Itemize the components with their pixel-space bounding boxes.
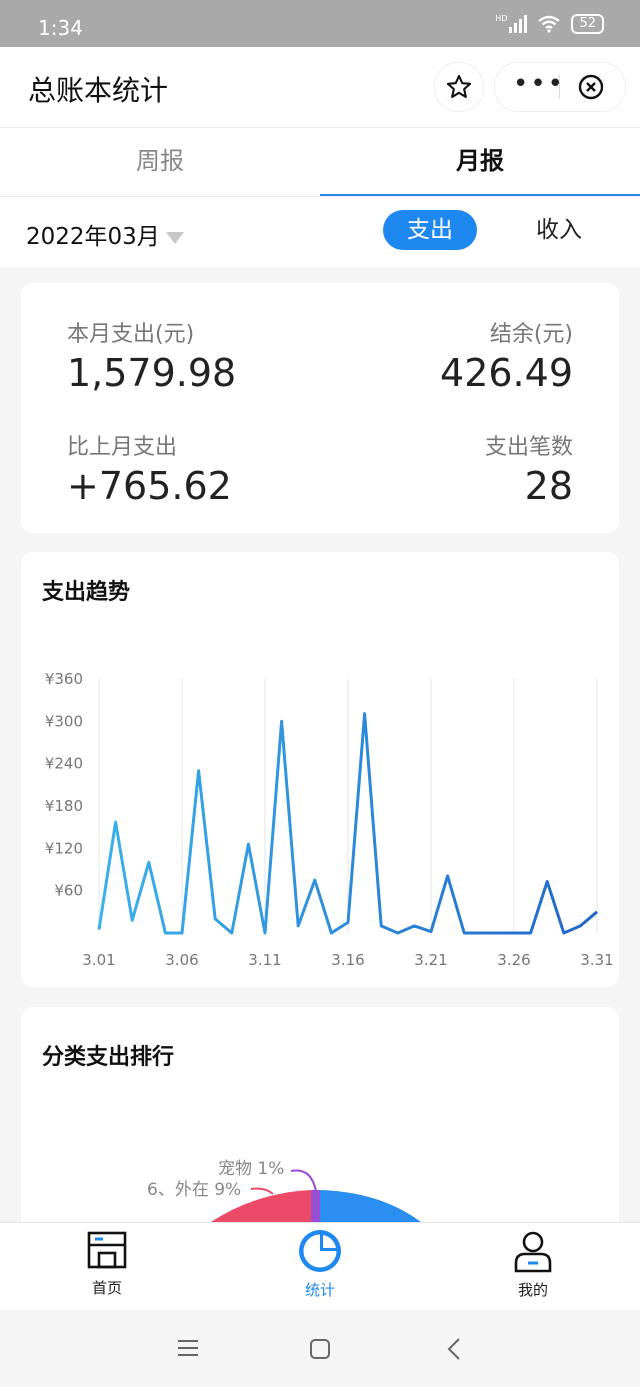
wifi-icon <box>538 15 561 33</box>
month-picker[interactable]: 2022年03月 <box>26 217 184 251</box>
vs-last-month-label: 比上月支出 <box>67 435 178 460</box>
star-icon <box>446 74 472 98</box>
battery-icon: 52 <box>571 14 604 34</box>
y-tick-label: ¥360 <box>45 670 83 688</box>
bottom-nav: 首页 统计 我的 <box>0 1222 640 1311</box>
user-icon <box>514 1231 552 1273</box>
network-type: HD <box>495 14 508 23</box>
favorite-button[interactable] <box>434 62 484 112</box>
nav-profile-label: 我的 <box>517 1281 548 1299</box>
y-tick-label: ¥120 <box>45 839 83 857</box>
x-tick-label: 3.06 <box>165 951 198 969</box>
summary-card: 本月支出(元) 1,579.98 结余(元) 426.49 比上月支出 +765… <box>21 283 619 533</box>
capsule-divider <box>559 75 560 99</box>
x-tick-label: 3.16 <box>331 951 364 969</box>
close-icon[interactable] <box>578 74 604 100</box>
nav-home[interactable]: 首页 <box>57 1229 157 1298</box>
pie-label-outside: 6、外在 9% <box>147 1180 241 1200</box>
x-tick-label: 3.01 <box>82 951 115 969</box>
home-icon <box>87 1231 127 1269</box>
income-toggle[interactable]: 收入 <box>512 210 606 250</box>
filter-bar: 2022年03月 支出 收入 <box>0 196 640 267</box>
expense-count-label: 支出笔数 <box>484 435 573 460</box>
month-expense-label: 本月支出(元) <box>67 322 195 347</box>
outside-leader-line <box>250 1187 274 1195</box>
balance-label: 结余(元) <box>489 322 573 347</box>
x-tick-label: 3.11 <box>248 951 281 969</box>
expense-toggle[interactable]: 支出 <box>383 210 477 250</box>
pie-slice-pet <box>311 1190 320 1222</box>
status-bar: 1:34 HD 52 <box>0 0 640 47</box>
pie-label-pet: 宠物 1% <box>218 1159 284 1179</box>
app-bar: 总账本统计 ••• <box>0 47 640 127</box>
month-label: 2022年03月 <box>26 224 160 250</box>
home-square-icon[interactable] <box>309 1338 331 1360</box>
month-expense-value: 1,579.98 <box>67 351 237 395</box>
mini-program-capsule: ••• <box>494 62 626 112</box>
trend-card: 支出趋势 ¥360 ¥300 ¥240 ¥180 ¥120 ¥60 3.01 3.06 3.1… <box>21 552 619 987</box>
nav-home-label: 首页 <box>91 1279 122 1297</box>
y-tick-label: ¥180 <box>45 797 83 815</box>
signal-icon: HD <box>495 14 528 33</box>
more-button[interactable]: ••• <box>513 69 565 99</box>
y-tick-label: ¥300 <box>45 712 83 730</box>
x-tick-label: 3.26 <box>497 951 530 969</box>
x-tick-label: 3.21 <box>414 951 447 969</box>
pie-slice-other <box>320 1190 421 1222</box>
nav-stats[interactable]: 统计 <box>270 1229 370 1300</box>
expense-count-value: 28 <box>524 464 573 508</box>
page-title: 总账本统计 <box>28 74 169 107</box>
vs-last-month-value: +765.62 <box>67 464 232 508</box>
report-tabs: 周报 月报 <box>0 127 640 197</box>
nav-stats-label: 统计 <box>304 1281 335 1299</box>
status-icons: HD 52 <box>495 14 604 34</box>
menu-icon[interactable] <box>177 1338 199 1358</box>
y-tick-label: ¥60 <box>54 882 83 900</box>
y-tick-label: ¥240 <box>45 755 83 773</box>
tab-monthly[interactable]: 月报 <box>320 128 640 197</box>
pie-chart-icon <box>299 1230 341 1272</box>
nav-profile[interactable]: 我的 <box>483 1229 583 1300</box>
tab-weekly[interactable]: 周报 <box>0 128 320 197</box>
system-nav-bar <box>0 1310 640 1387</box>
pet-leader-line <box>290 1169 317 1192</box>
balance-value: 426.49 <box>440 351 573 395</box>
trend-chart: ¥360 ¥300 ¥240 ¥180 ¥120 ¥60 3.01 3.06 3.11 3.16… <box>45 670 614 969</box>
status-time: 1:34 <box>38 16 83 40</box>
back-icon[interactable] <box>446 1337 462 1361</box>
dropdown-caret-icon <box>165 231 184 244</box>
x-tick-label: 3.31 <box>580 951 613 969</box>
